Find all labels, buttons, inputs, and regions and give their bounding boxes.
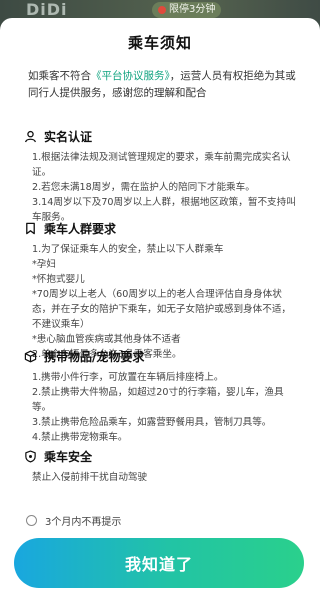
section-body: 1.携带小件行李，可放置在车辆后排座椅上。 2.禁止携带大件物品，如超过20寸的… (24, 370, 298, 445)
section-real-name: 实名认证 1.根据法律法规及测试管理规定的要求，乘车前需完成实名认证。 2.若您… (24, 128, 298, 225)
section-line: *患心脑血管疾病或其他身体不适者 (32, 334, 181, 345)
section-body: 禁止入侵前排干扰自动驾驶 (24, 470, 298, 485)
confirm-button[interactable]: 我知道了 (14, 538, 304, 588)
section-items-pets: 携带物品/宠物要求 1.携带小件行李，可放置在车辆后排座椅上。 2.禁止携带大件… (24, 348, 298, 445)
ride-notice-dialog: 乘车须知 如乘客不符合《平台协议服务》，运营人员有权拒绝为其或同行人提供服务，感… (0, 18, 320, 600)
section-ride-safety: 乘车安全 禁止入侵前排干扰自动驾驶 (24, 448, 298, 485)
box-icon (24, 350, 37, 363)
dialog-title: 乘车须知 (127, 34, 192, 52)
intro-prefix: 如乘客不符合 (28, 70, 91, 82)
section-title: 实名认证 (44, 130, 93, 144)
section-header: 乘车人群要求 (24, 220, 298, 237)
background-badge-text: 限停3分钟 (169, 4, 216, 15)
dont-remind-label: 3个月内不再提示 (45, 517, 122, 528)
section-title: 乘车人群要求 (44, 222, 117, 236)
section-line: 禁止入侵前排干扰自动驾驶 (32, 472, 148, 483)
dont-remind-option[interactable]: 3个月内不再提示 (26, 513, 121, 528)
section-line: 2.禁止携带大件物品，如超过20寸的行李箱，婴儿车，渔具等。 (32, 387, 284, 413)
dont-remind-radio[interactable] (26, 515, 37, 526)
section-body: 1.根据法律法规及测试管理规定的要求，乘车前需完成实名认证。 2.若您未满18周… (24, 150, 298, 225)
shield-icon (25, 450, 36, 463)
section-line: 2.若您未满18周岁，需在监护人的陪同下才能乘车。 (32, 182, 255, 193)
section-line: 1.携带小件行李，可放置在车辆后排座椅上。 (32, 372, 224, 383)
section-title: 携带物品/宠物要求 (44, 350, 145, 364)
person-icon (25, 130, 36, 143)
section-line: 4.禁止携带宠物乘车。 (32, 432, 128, 443)
intro-paragraph: 如乘客不符合《平台协议服务》，运营人员有权拒绝为其或同行人提供服务，感谢您的理解… (28, 68, 296, 102)
section-header: 携带物品/宠物要求 (24, 348, 298, 365)
section-header: 乘车安全 (24, 448, 298, 465)
agreement-link[interactable]: 《平台协议服务》 (91, 70, 170, 82)
badge-dot-icon (158, 6, 166, 14)
bookmark-icon (26, 222, 35, 235)
section-line: 3.禁止携带危险品乘车，如露营野餐用具，管制刀具等。 (32, 417, 272, 428)
section-passenger-requirements: 乘车人群要求 1.为了保证乘车人的安全，禁止以下人群乘车 *孕妇 *怀抱式婴儿 … (24, 220, 298, 362)
section-body: 1.为了保证乘车人的安全，禁止以下人群乘车 *孕妇 *怀抱式婴儿 *70周岁以上… (24, 242, 298, 362)
section-line: 1.为了保证乘车人的安全，禁止以下人群乘车 (32, 244, 224, 255)
background-logo: DiDi (26, 0, 68, 19)
section-line: *70周岁以上老人（60周岁以上的老人合理评估自身身体状态，并在子女的陪护下乘车… (32, 289, 292, 330)
section-header: 实名认证 (24, 128, 298, 145)
section-title: 乘车安全 (44, 450, 93, 464)
section-line: *怀抱式婴儿 (32, 274, 85, 285)
section-line: *孕妇 (32, 259, 56, 270)
background-badge: 限停3分钟 (152, 2, 222, 18)
section-line: 1.根据法律法规及测试管理规定的要求，乘车前需完成实名认证。 (32, 152, 291, 178)
